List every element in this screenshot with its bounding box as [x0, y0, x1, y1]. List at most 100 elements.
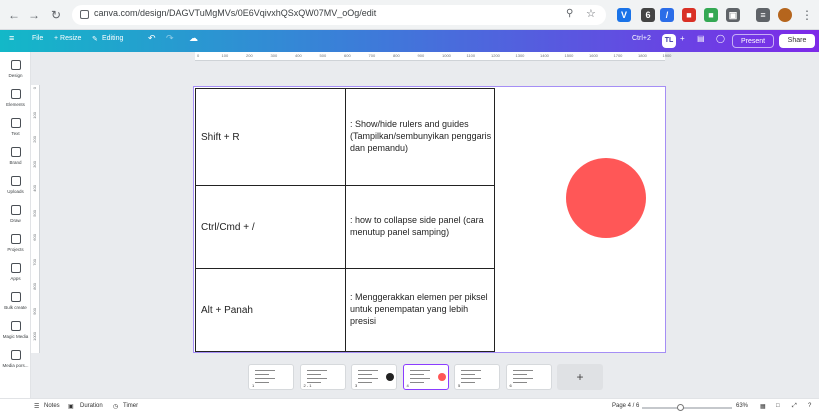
extension-v-icon[interactable]: V — [617, 8, 631, 22]
ruler-tick-label: 800 — [32, 283, 37, 290]
ruler-tick-label: 1000 — [32, 332, 37, 341]
red-circle-shape[interactable] — [566, 158, 646, 238]
page-thumbnail[interactable]: 6 — [505, 364, 552, 390]
sidebar-item[interactable]: Uploads — [0, 176, 31, 194]
ruler-tick-label: 300 — [32, 160, 37, 168]
user-avatar[interactable]: TL — [662, 34, 676, 48]
cloud-save-icon: ☁ — [189, 33, 198, 43]
site-info-icon[interactable] — [80, 10, 89, 19]
thumbnail-line — [306, 370, 327, 371]
thumbnail-line — [255, 378, 275, 379]
zoom-icon[interactable]: ⚲ — [566, 8, 573, 19]
horizontal-ruler[interactable]: 0 100 200 300 400 500 600 700 800 900 1000 1100 1200… — [195, 52, 671, 61]
extension-feather-icon[interactable]: / — [660, 8, 674, 22]
thumbnail-line — [409, 374, 424, 375]
shortcut-key-cell[interactable]: Ctrl/Cmd + / — [195, 185, 346, 269]
grid-view-icon[interactable]: ▦ — [760, 403, 766, 410]
extension-red-icon[interactable]: ■ — [682, 8, 696, 22]
resize-button[interactable]: + Resize — [54, 35, 81, 42]
present-button[interactable]: Present — [732, 34, 774, 48]
back-icon[interactable]: ← — [6, 7, 22, 23]
add-collaborator-icon[interactable]: + — [680, 34, 685, 43]
shortcut-key-cell[interactable]: Shift + R — [195, 88, 346, 186]
sidebar-item[interactable]: Magic Media — [0, 321, 31, 339]
ruler-tick-label: 400 — [32, 185, 37, 192]
ruler-tick-label: 400 — [295, 53, 302, 58]
extensions-puzzle-icon[interactable]: ▣ — [726, 8, 740, 22]
browser-menu-icon[interactable]: ⋮ — [799, 7, 815, 23]
sidebar-item[interactable]: Elements — [0, 89, 31, 107]
apps-icon — [10, 263, 21, 273]
sidebar-item[interactable]: Projects — [0, 234, 31, 252]
ruler-tick-label: 1000 — [442, 53, 451, 58]
forward-icon[interactable]: → — [26, 7, 42, 23]
vertical-ruler[interactable]: 0 100 200 300 400 500 600 700 800 900 1000 — [31, 85, 40, 353]
timer-button[interactable]: Timer — [123, 403, 138, 409]
zoom-slider-track[interactable] — [642, 407, 732, 409]
thumbnail-line — [358, 374, 372, 375]
sidebar-item[interactable]: Text — [0, 118, 31, 136]
notes-button[interactable]: Notes — [44, 403, 60, 409]
page-view-icon[interactable]: □ — [776, 403, 780, 409]
page-thumbnails: + 1 2 - 1 3 4 5 6 — [0, 360, 819, 396]
ruler-tick-label: 600 — [344, 53, 351, 58]
extension-green-icon[interactable]: ■ — [704, 8, 718, 22]
left-sidebar: Design Elements Text Brand Uploads Draw Projec… — [0, 52, 31, 400]
share-label: Share — [787, 37, 807, 44]
page-thumbnail[interactable]: 1 — [248, 364, 294, 390]
ruler-tick-label: 500 — [319, 53, 327, 58]
ruler-tick-label: 300 — [270, 53, 278, 58]
share-button[interactable]: Share — [779, 34, 815, 48]
reload-icon[interactable]: ↻ — [48, 7, 64, 23]
editing-mode-dropdown[interactable]: Editing — [102, 35, 123, 42]
profile-avatar[interactable] — [778, 8, 792, 22]
ruler-tick-label: 800 — [393, 53, 400, 58]
tab-search-icon[interactable]: ≡ — [756, 8, 770, 22]
zoom-slider-handle[interactable] — [677, 404, 684, 411]
pen-icon — [10, 205, 21, 215]
duration-button[interactable]: Duration — [80, 403, 103, 409]
shortcut-table[interactable]: Shift + R: Show/hide rulers and guides (… — [195, 88, 495, 352]
timer-icon: ◷ — [113, 404, 119, 410]
zoom-level[interactable]: 63% — [736, 403, 748, 409]
sidebar-item[interactable]: Draw — [0, 205, 31, 223]
sidebar-item[interactable]: Apps — [0, 263, 31, 281]
thumbnail-shape — [437, 373, 446, 381]
file-menu[interactable]: File — [32, 35, 43, 42]
thumbnail-line — [358, 370, 378, 371]
thumbnail-line — [461, 370, 481, 371]
shortcut-description-cell[interactable]: : Menggerakkan elemen per piksel untuk p… — [345, 268, 495, 352]
page-indicator[interactable]: Page 4 / 6 — [612, 403, 639, 409]
page-thumbnail[interactable]: 3 — [351, 364, 397, 390]
help-icon[interactable]: ? — [808, 403, 811, 409]
address-bar[interactable]: canva.com/design/DAGVTuMgMVs/0E6VqivxhQS… — [72, 5, 606, 25]
comments-icon[interactable]: ◯ — [716, 34, 725, 43]
shortcut-key-cell[interactable]: Alt + Panah — [195, 268, 346, 352]
main-menu-icon[interactable]: ≡ — [9, 33, 14, 43]
sidebar-item[interactable]: Bulk create — [0, 292, 31, 310]
sidebar-item[interactable]: Brand — [0, 147, 31, 165]
add-page-button[interactable]: + — [557, 364, 603, 390]
table-row: Ctrl/Cmd + /: how to collapse side panel… — [195, 185, 495, 269]
design-page[interactable]: Shift + R: Show/hide rulers and guides (… — [193, 86, 666, 353]
ruler-tick-label: 1900 — [662, 53, 672, 58]
sidebar-item-label: Elements — [6, 102, 25, 107]
bottom-bar: ☰ Notes ▣ Duration ◷ Timer Page 4 / 6 63… — [0, 398, 819, 415]
shortcut-description-cell[interactable]: : Show/hide rulers and guides (Tampilkan… — [345, 88, 495, 186]
thumbnail-line — [512, 378, 533, 379]
undo-icon[interactable]: ↶ — [148, 33, 156, 44]
ruler-tick-label: 700 — [32, 258, 37, 266]
shortcut-description-cell[interactable]: : how to collapse side panel (cara menut… — [345, 185, 495, 269]
redo-icon[interactable]: ↷ — [166, 33, 174, 44]
design-size-label[interactable]: Ctrl+2 — [632, 35, 651, 42]
sidebar-item[interactable]: Design — [0, 60, 31, 78]
bookmark-star-icon[interactable]: ☆ — [586, 7, 596, 20]
fullscreen-icon[interactable]: ⤢ — [792, 403, 797, 410]
insights-chart-icon[interactable]: ▤ — [697, 34, 705, 43]
ruler-tick-label: 200 — [246, 53, 253, 58]
page-thumbnail[interactable]: 4 — [402, 364, 449, 390]
extension-badge-icon[interactable]: 6 — [641, 8, 655, 22]
page-thumbnail[interactable]: 5 — [454, 364, 500, 390]
present-label: Present — [740, 38, 766, 45]
page-thumbnail[interactable]: 2 - 1 — [299, 364, 346, 390]
